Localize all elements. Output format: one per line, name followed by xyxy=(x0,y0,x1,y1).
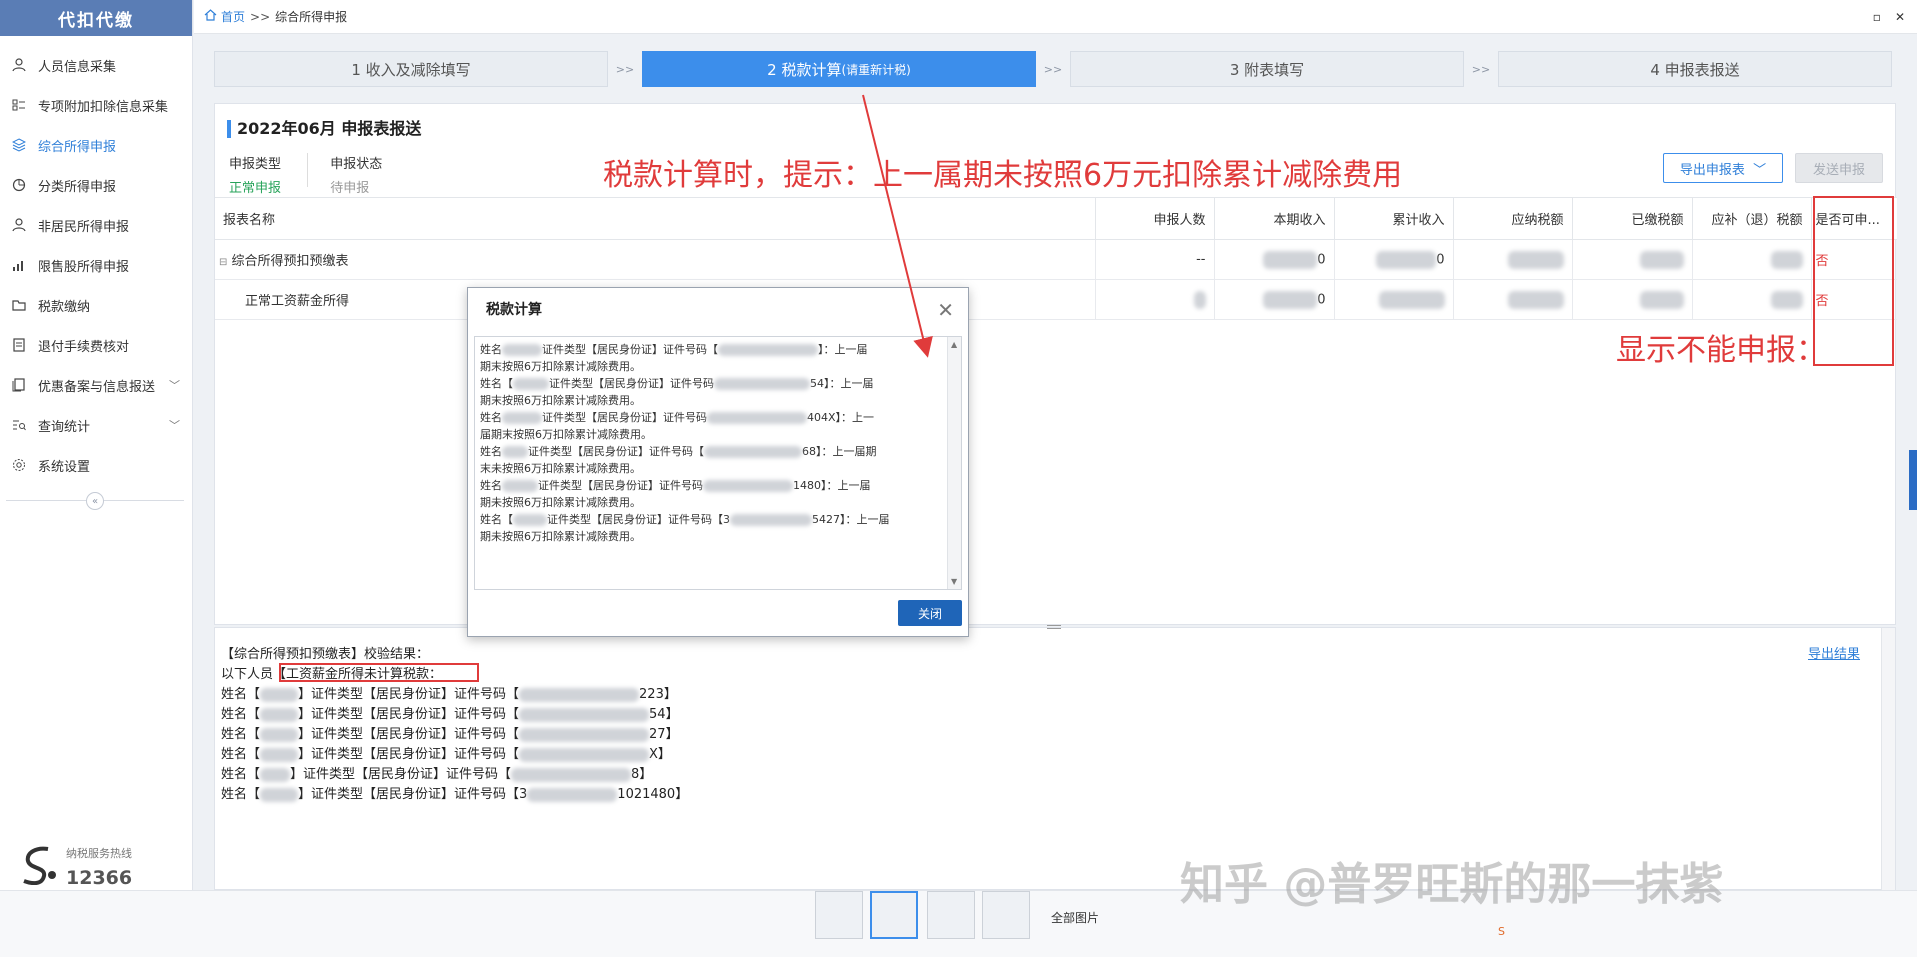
thumbnail-selected[interactable] xyxy=(870,891,918,939)
edge-widget[interactable] xyxy=(1909,450,1917,510)
annotation-text-1: 税款计算时，提示：上一属期未按照6万元扣除累计减除费用 xyxy=(603,158,1403,193)
all-images-link[interactable]: 全部图片 xyxy=(1051,909,1099,926)
annotation-text-2: 显示不能申报： xyxy=(1616,333,1826,368)
thumbnail[interactable] xyxy=(927,891,975,939)
watermark: 知乎 @普罗旺斯的那一抹紫 xyxy=(1180,859,1724,910)
thumbnail[interactable] xyxy=(982,891,1030,939)
thumbnail[interactable] xyxy=(815,891,863,939)
annotation-box-intro xyxy=(279,663,479,682)
annotation-arrow xyxy=(862,94,933,358)
tray-icon[interactable]: S xyxy=(1498,925,1505,938)
app-window: 代扣代缴 人员信息采集 专项附加扣除信息采集 综合所得申报 分类所得申报 非居民… xyxy=(0,0,1917,957)
annotation-box-column xyxy=(1813,196,1894,366)
